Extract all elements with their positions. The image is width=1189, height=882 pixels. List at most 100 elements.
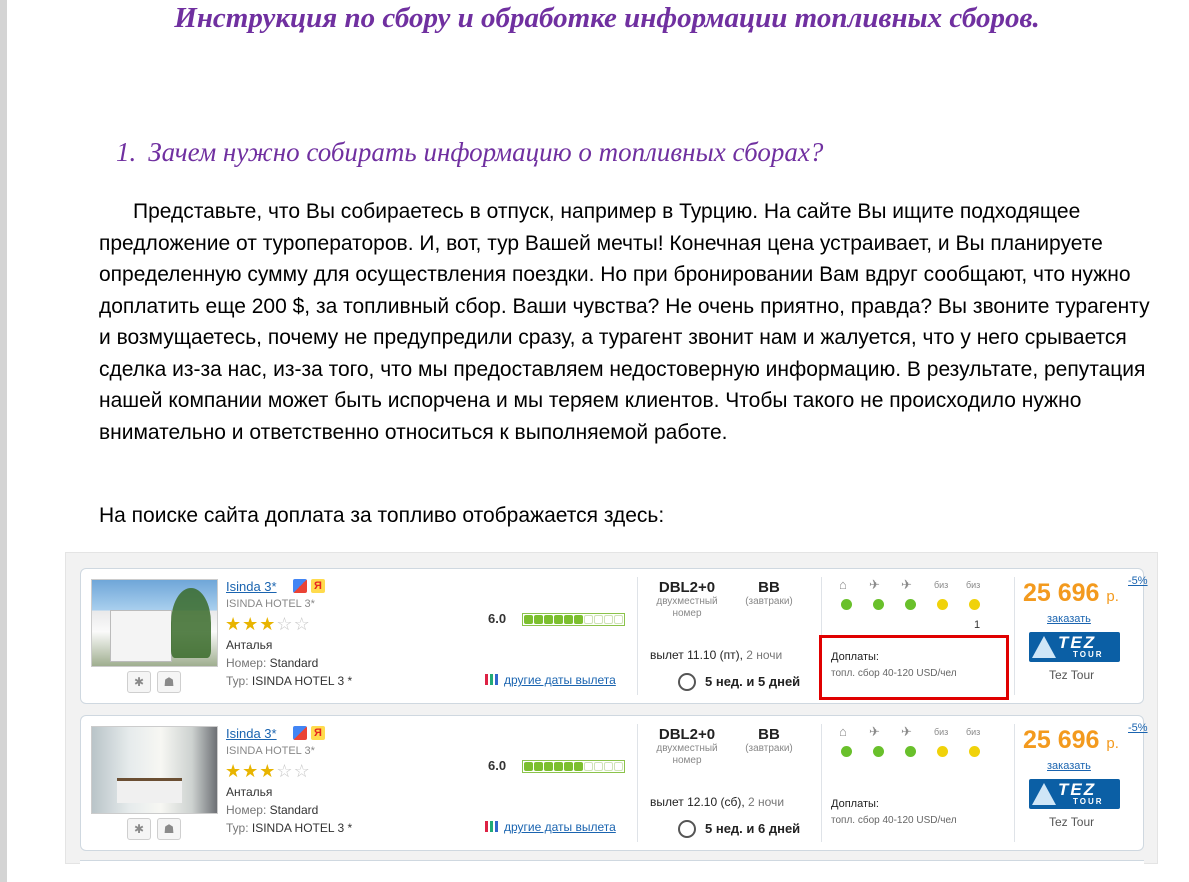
room-value: Standard bbox=[269, 656, 319, 670]
tour-result-row-partial bbox=[80, 860, 1144, 869]
tour-value: ISINDA HOTEL 3 * bbox=[251, 821, 353, 835]
status-green-dot bbox=[873, 746, 884, 757]
meal-plan: BB (завтраки) bbox=[745, 579, 793, 607]
star-filled-icon: ★ bbox=[225, 614, 243, 634]
status-green-dot bbox=[841, 746, 852, 757]
star-empty-icon: ☆ bbox=[293, 614, 311, 634]
business-class-icon: биз bbox=[934, 580, 949, 590]
status-yellow-dot bbox=[937, 746, 948, 757]
operator-name: Tez Tour bbox=[1049, 668, 1095, 682]
search-results-screenshot: ✱ ☗ Isinda 3* Я ISINDA HOTEL 3* ★★★☆☆ Ан… bbox=[65, 552, 1158, 869]
person-icon[interactable]: ☗ bbox=[157, 671, 181, 693]
room-type: Номер: Standard bbox=[226, 656, 318, 670]
document-title: Инструкция по сбору и обработке информац… bbox=[174, 2, 1040, 34]
star-filled-icon: ★ bbox=[242, 614, 260, 634]
room-key: Номер: bbox=[226, 656, 267, 670]
highlight-box bbox=[819, 635, 1009, 700]
tour-result-row: ✱ ☗ Isinda 3* Я ISINDA HOTEL 3* ★★★☆☆ Ан… bbox=[80, 568, 1148, 704]
rating-bar bbox=[522, 613, 625, 626]
status-green-dot bbox=[905, 599, 916, 610]
rating-bar bbox=[522, 760, 625, 773]
surcharges-label: Доплаты: bbox=[831, 798, 879, 810]
room-code: DBL2+0 двухместный номер bbox=[656, 726, 718, 766]
business-class-icon: биз bbox=[966, 727, 981, 737]
tour-name: Тур: ISINDA HOTEL 3 * bbox=[226, 821, 352, 835]
flight-return-icon: ✈ bbox=[901, 577, 912, 592]
status-green-dot bbox=[841, 599, 852, 610]
google-badge-icon[interactable] bbox=[293, 726, 307, 740]
tour-key: Тур: bbox=[226, 821, 249, 835]
currency: р. bbox=[1106, 588, 1119, 605]
hotel-photo[interactable] bbox=[91, 726, 218, 814]
chart-bars-icon bbox=[485, 821, 499, 832]
hotel-stars: ★★★☆☆ bbox=[225, 761, 311, 782]
star-empty-icon: ☆ bbox=[293, 761, 311, 781]
surcharge-location-paragraph: На поиске сайта доплата за топливо отобр… bbox=[99, 504, 665, 527]
hotel-service-icon: ⌂ bbox=[839, 724, 847, 739]
business-class-icon: биз bbox=[934, 727, 949, 737]
room-code: DBL2+0 двухместный номер bbox=[656, 579, 718, 619]
page-edge bbox=[0, 0, 7, 882]
tez-tour-logo: TEZ TOUR bbox=[1029, 632, 1120, 662]
nights: 2 ночи bbox=[746, 648, 783, 662]
tour-value: ISINDA HOTEL 3 * bbox=[251, 674, 353, 688]
business-class-icon: биз bbox=[966, 580, 981, 590]
star-empty-icon: ☆ bbox=[276, 614, 294, 634]
status-green-dot bbox=[905, 746, 916, 757]
section-heading: 1. Зачем нужно собирать информацию о топл… bbox=[116, 137, 823, 168]
flight-return-icon: ✈ bbox=[901, 724, 912, 739]
hotel-name-link[interactable]: Isinda 3* bbox=[226, 579, 277, 594]
yandex-badge-icon[interactable]: Я bbox=[311, 726, 325, 740]
star-filled-icon: ★ bbox=[242, 761, 260, 781]
tour-key: Тур: bbox=[226, 674, 249, 688]
star-filled-icon: ★ bbox=[259, 761, 277, 781]
yandex-badge-icon[interactable]: Я bbox=[311, 579, 325, 593]
hotel-name-link[interactable]: Isinda 3* bbox=[226, 726, 277, 741]
room-key: Номер: bbox=[226, 803, 267, 817]
hotel-photo[interactable] bbox=[91, 579, 218, 667]
status-green-dot bbox=[873, 599, 884, 610]
tour-name: Тур: ISINDA HOTEL 3 * bbox=[226, 674, 352, 688]
google-badge-icon[interactable] bbox=[293, 579, 307, 593]
clock-icon bbox=[678, 673, 696, 691]
section-heading-text: Зачем нужно собирать информацию о топлив… bbox=[148, 137, 824, 167]
service-count: 1 bbox=[974, 619, 981, 631]
bug-icon[interactable]: ✱ bbox=[127, 671, 151, 693]
hotel-subname: ISINDA HOTEL 3* bbox=[226, 598, 315, 610]
meal-plan: BB (завтраки) bbox=[745, 726, 793, 754]
hotel-subname: ISINDA HOTEL 3* bbox=[226, 745, 315, 757]
other-dates-link[interactable]: другие даты вылета bbox=[485, 820, 616, 834]
discount-link[interactable]: -5% bbox=[1128, 722, 1148, 734]
room-value: Standard bbox=[269, 803, 319, 817]
star-empty-icon: ☆ bbox=[276, 761, 294, 781]
status-yellow-dot bbox=[969, 746, 980, 757]
chart-bars-icon bbox=[485, 674, 499, 685]
duration: 5 нед. и 5 дней bbox=[705, 674, 801, 689]
order-link[interactable]: заказать bbox=[1047, 760, 1091, 772]
star-filled-icon: ★ bbox=[259, 614, 277, 634]
room-type: Номер: Standard bbox=[226, 803, 318, 817]
order-link[interactable]: заказать bbox=[1047, 613, 1091, 625]
star-filled-icon: ★ bbox=[225, 761, 243, 781]
tour-price: 25 696 р. bbox=[1023, 726, 1119, 754]
tour-result-row: ✱ ☗ Isinda 3* Я ISINDA HOTEL 3* ★★★☆☆ Ан… bbox=[80, 715, 1148, 851]
operator-name: Tez Tour bbox=[1049, 815, 1095, 829]
bug-icon[interactable]: ✱ bbox=[127, 818, 151, 840]
hotel-stars: ★★★☆☆ bbox=[225, 614, 311, 635]
hotel-city: Анталья bbox=[226, 638, 273, 652]
nights: 2 ночи bbox=[748, 795, 785, 809]
departure-info: вылет 11.10 (пт), 2 ночи bbox=[650, 648, 782, 662]
section-number: 1. bbox=[116, 137, 137, 167]
fuel-surcharge-text: топл. сбор 40-120 USD/чел bbox=[831, 815, 957, 826]
hotel-rating: 6.0 bbox=[488, 758, 507, 773]
currency: р. bbox=[1106, 735, 1119, 752]
status-yellow-dot bbox=[969, 599, 980, 610]
intro-paragraph: Представьте, что Вы собираетесь в отпуск… bbox=[99, 200, 1150, 444]
other-dates-link[interactable]: другие даты вылета bbox=[485, 673, 616, 687]
clock-icon bbox=[678, 820, 696, 838]
hotel-rating: 6.0 bbox=[488, 611, 507, 626]
tour-price: 25 696 р. bbox=[1023, 579, 1119, 607]
hotel-city: Анталья bbox=[226, 785, 273, 799]
person-icon[interactable]: ☗ bbox=[157, 818, 181, 840]
discount-link[interactable]: -5% bbox=[1128, 575, 1148, 587]
